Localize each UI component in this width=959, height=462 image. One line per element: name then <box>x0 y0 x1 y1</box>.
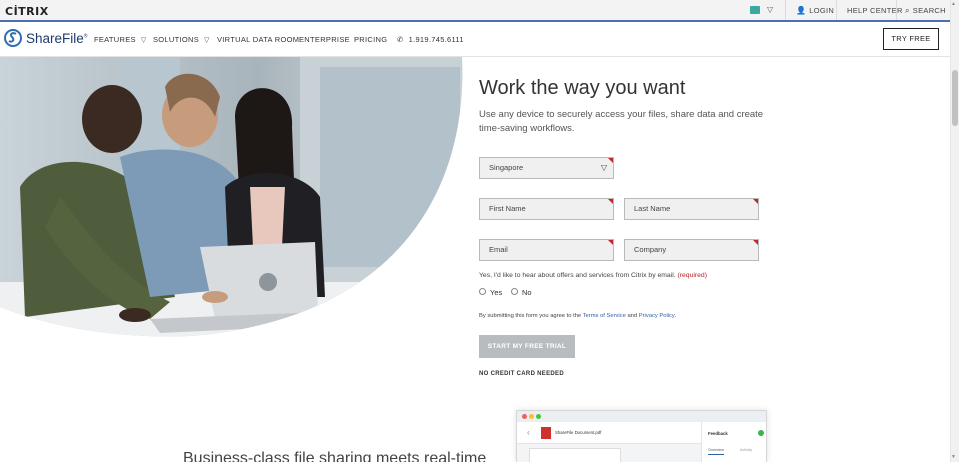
phone-number: 1.919.745.6111 <box>408 35 464 44</box>
nav-phone[interactable]: ✆ 1.919.745.6111 <box>397 35 464 44</box>
nav-solutions-label: SOLUTIONS <box>153 35 200 44</box>
last-name-field[interactable]: Last Name <box>624 198 759 220</box>
minimize-dot-icon <box>529 414 534 419</box>
section-heading: Business-class file sharing meets real-t… <box>183 450 487 462</box>
required-indicator <box>608 199 613 204</box>
country-select[interactable]: Singapore ▽ <box>479 157 614 179</box>
terms-prefix: By submitting this form you agree to the <box>479 313 582 319</box>
hero-image <box>0 57 470 337</box>
consent-text: Yes, I'd like to hear about offers and s… <box>479 272 676 279</box>
sharefile-wordmark[interactable]: ShareFile® <box>26 31 87 46</box>
scroll-up-arrow-icon[interactable]: ▲ <box>951 1 956 7</box>
feedback-title: Feedback <box>708 431 728 436</box>
email-placeholder: Email <box>489 245 508 254</box>
chevron-down-icon: ▽ <box>140 37 147 44</box>
consent-question: Yes, I'd like to hear about offers and s… <box>479 272 707 279</box>
required-indicator <box>608 158 613 163</box>
required-indicator <box>608 240 613 245</box>
company-field[interactable]: Company <box>624 239 759 261</box>
chevron-down-icon[interactable]: ▽ <box>767 5 773 14</box>
search-label: SEARCH <box>912 6 946 15</box>
company-placeholder: Company <box>634 245 667 254</box>
start-free-trial-button[interactable]: START MY FREE TRIAL <box>479 335 575 358</box>
page-title: Work the way you want <box>479 77 686 99</box>
feedback-pane: Feedback Overview Activity <box>701 422 766 462</box>
terms-notice: By submitting this form you agree to the… <box>479 313 676 319</box>
page-subtitle: Use any device to securely access your f… <box>479 109 764 134</box>
sharefile-logo-icon[interactable] <box>4 28 22 48</box>
login-label: LOGIN <box>809 6 835 15</box>
app-preview-mockup: ‹ ShareFile Document.pdf Feedback Overvi… <box>516 410 767 462</box>
user-icon: 👤 <box>796 6 807 15</box>
maximize-dot-icon <box>536 414 541 419</box>
search-link[interactable]: ⌕ SEARCH <box>905 6 946 16</box>
no-credit-card-note: NO CREDIT CARD NEEDED <box>479 371 564 377</box>
email-field[interactable]: Email <box>479 239 614 261</box>
tab-overview: Overview <box>708 448 724 455</box>
help-center-link[interactable]: HELP CENTER <box>847 6 903 15</box>
terms-suffix: . <box>674 313 677 319</box>
scroll-down-arrow-icon[interactable]: ▼ <box>951 454 956 460</box>
divider <box>836 0 837 20</box>
nav-features[interactable]: FEATURES ▽ <box>94 35 147 44</box>
nav-solutions[interactable]: SOLUTIONS ▽ <box>153 35 210 44</box>
citrix-logo[interactable]: CİTRIX <box>5 5 49 18</box>
divider <box>785 0 786 20</box>
scrollbar-thumb[interactable] <box>952 70 958 126</box>
terms-of-service-link[interactable]: Terms of Service <box>583 313 626 319</box>
close-dot-icon <box>522 414 527 419</box>
main-nav: ShareFile® FEATURES ▽ SOLUTIONS ▽ VIRTUAL … <box>0 22 950 57</box>
document-pane: ‹ ShareFile Document.pdf <box>517 422 701 462</box>
chevron-down-icon: ▽ <box>600 163 607 172</box>
required-indicator <box>753 240 758 245</box>
registered-mark: ® <box>83 33 88 40</box>
consent-yes-label[interactable]: Yes <box>490 288 502 297</box>
country-select-value: Singapore <box>489 163 524 172</box>
required-indicator <box>753 199 758 204</box>
nav-virtual-data-room[interactable]: VIRTUAL DATA ROOM <box>217 35 299 44</box>
back-arrow-icon: ‹ <box>527 428 530 437</box>
consent-yes-radio[interactable] <box>479 288 486 295</box>
last-name-placeholder: Last Name <box>634 204 671 213</box>
nav-features-label: FEATURES <box>94 35 136 44</box>
privacy-policy-link[interactable]: Privacy Policy <box>639 313 675 319</box>
consent-required: (required) <box>677 272 707 279</box>
terms-and: and <box>627 313 638 319</box>
document-header: ‹ ShareFile Document.pdf <box>517 422 701 444</box>
try-free-button[interactable]: TRY FREE <box>883 28 939 50</box>
pdf-icon <box>541 427 551 439</box>
phone-icon: ✆ <box>397 35 404 44</box>
utility-bar: CİTRIX ▽ 👤 LOGIN HELP CENTER ⌕ SEARCH <box>0 0 950 22</box>
consent-no-label[interactable]: No <box>522 288 532 297</box>
document-page <box>529 448 621 462</box>
first-name-field[interactable]: First Name <box>479 198 614 220</box>
window-titlebar <box>517 411 766 422</box>
hero-photo-illustration <box>0 57 463 337</box>
tab-activity: Activity <box>740 448 753 452</box>
divider <box>896 0 897 20</box>
first-name-placeholder: First Name <box>489 204 526 213</box>
consent-no-radio[interactable] <box>511 288 518 295</box>
search-icon: ⌕ <box>905 6 910 15</box>
nav-enterprise[interactable]: ENTERPRISE <box>299 35 350 44</box>
brand-name: ShareFile <box>26 31 84 46</box>
nav-pricing[interactable]: PRICING <box>354 35 387 44</box>
check-icon <box>758 430 764 436</box>
singapore-flag-icon[interactable] <box>750 6 760 14</box>
document-filename: ShareFile Document.pdf <box>555 430 602 435</box>
login-link[interactable]: 👤 LOGIN <box>796 6 834 15</box>
chevron-down-icon: ▽ <box>204 37 210 44</box>
